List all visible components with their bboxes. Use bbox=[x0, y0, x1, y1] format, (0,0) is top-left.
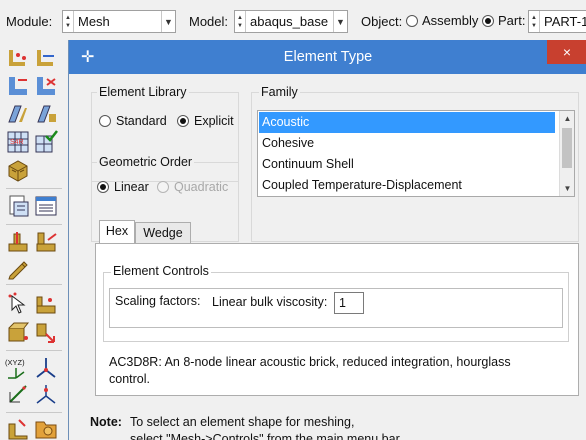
module-combo[interactable]: ▲ ▼ Mesh ▼ bbox=[62, 10, 176, 33]
module-label: Module: bbox=[6, 14, 53, 29]
module-value: Mesh bbox=[78, 14, 110, 29]
note-label: Note: bbox=[90, 415, 122, 429]
note-text: To select an element shape for meshing, bbox=[130, 415, 355, 429]
dialog-title: Element Type bbox=[283, 49, 373, 65]
mesh-controls-icon[interactable] bbox=[6, 102, 30, 126]
quadratic-radio bbox=[157, 181, 169, 193]
virtual-topology-icon[interactable] bbox=[34, 230, 58, 254]
explicit-radio-option[interactable]: Explicit bbox=[177, 114, 234, 128]
assign-element-type-icon[interactable] bbox=[34, 130, 58, 154]
element-description: AC3D8R: An 8-node linear acoustic brick,… bbox=[109, 355, 511, 386]
close-icon: × bbox=[562, 44, 572, 60]
toolbox: S4R (XYZ) bbox=[0, 40, 66, 440]
object-label: Object: bbox=[361, 14, 403, 29]
model-combo[interactable]: ▲ ▼ abaqus_base ▼ bbox=[234, 10, 348, 33]
toolbox-divider bbox=[6, 284, 62, 285]
scroll-up-icon[interactable]: ▲ bbox=[560, 111, 575, 126]
model-value: abaqus_base bbox=[250, 14, 329, 29]
create-csys-icon[interactable] bbox=[34, 356, 58, 380]
element-controls-label: Element Controls bbox=[111, 264, 211, 278]
seed-edge-icon[interactable] bbox=[34, 46, 58, 70]
datum-axis-icon[interactable] bbox=[6, 382, 30, 406]
standard-radio-option[interactable]: Standard bbox=[99, 114, 167, 128]
partition-cell-icon[interactable] bbox=[6, 230, 30, 254]
edit-mesh-icon[interactable] bbox=[6, 256, 30, 280]
toolbox-divider bbox=[6, 412, 62, 413]
standard-radio[interactable] bbox=[99, 115, 111, 127]
toolbox-divider bbox=[6, 350, 62, 351]
chevron-down-icon[interactable]: ▼ bbox=[333, 11, 347, 32]
module-spinner-icon[interactable]: ▲ ▼ bbox=[63, 11, 74, 32]
part-value: PART-1 bbox=[544, 14, 586, 29]
assembly-label: Assembly bbox=[422, 13, 479, 28]
partition-icon[interactable] bbox=[34, 194, 58, 218]
part-label: Part: bbox=[498, 13, 526, 28]
geometric-order-label: Geometric Order bbox=[97, 155, 195, 169]
create-node-icon[interactable] bbox=[34, 292, 58, 316]
part-library-icon[interactable] bbox=[34, 416, 58, 440]
scroll-down-icon[interactable]: ▼ bbox=[560, 181, 575, 196]
datum-csys-icon-text: (XYZ) bbox=[5, 358, 25, 367]
tab-hex[interactable]: Hex bbox=[99, 220, 135, 244]
mesh-part-icon[interactable]: S4R bbox=[6, 130, 30, 154]
verify-mesh-icon[interactable] bbox=[6, 194, 30, 218]
linear-radio[interactable] bbox=[97, 181, 109, 193]
scrollbar-thumb[interactable] bbox=[562, 128, 572, 168]
part-radio[interactable] bbox=[482, 14, 494, 27]
scaling-factors-label: Scaling factors: bbox=[115, 294, 201, 308]
family-listbox[interactable]: Acoustic Cohesive Continuum Shell Couple… bbox=[257, 110, 575, 197]
seed-delete-icon[interactable] bbox=[34, 74, 58, 98]
model-label: Model: bbox=[189, 14, 229, 29]
chevron-down-icon[interactable]: ▼ bbox=[161, 11, 175, 32]
edit-node-icon[interactable] bbox=[6, 320, 30, 344]
explicit-label: Explicit bbox=[194, 114, 234, 128]
linear-bulk-viscosity-input[interactable]: 1 bbox=[334, 292, 364, 314]
svg-text:S4R: S4R bbox=[10, 139, 24, 146]
close-button[interactable]: × bbox=[547, 40, 586, 64]
seed-bias-icon[interactable] bbox=[6, 74, 30, 98]
linear-label: Linear bbox=[114, 180, 149, 194]
linear-radio-option[interactable]: Linear bbox=[97, 180, 149, 194]
part-radio-option[interactable]: Part: bbox=[482, 13, 525, 28]
family-item-cohesive[interactable]: Cohesive bbox=[259, 133, 555, 154]
toolbox-divider bbox=[6, 224, 62, 225]
element-type-icon[interactable] bbox=[34, 102, 58, 126]
family-label: Family bbox=[259, 85, 300, 99]
seed-part-icon[interactable] bbox=[6, 46, 30, 70]
standard-label: Standard bbox=[116, 114, 167, 128]
family-scrollbar[interactable]: ▲ ▼ bbox=[559, 111, 574, 196]
model-spinner-icon[interactable]: ▲ ▼ bbox=[235, 11, 246, 32]
family-item-continuum-shell[interactable]: Continuum Shell bbox=[259, 154, 555, 175]
mesh-region-icon[interactable] bbox=[6, 158, 30, 182]
datum-point-icon[interactable] bbox=[34, 382, 58, 406]
dialog-title-bar[interactable]: ✛ Element Type × bbox=[69, 40, 586, 74]
context-bar: Module: ▲ ▼ Mesh ▼ Model: ▲ ▼ abaqus_base … bbox=[0, 0, 586, 40]
linear-bulk-viscosity-label: Linear bulk viscosity: bbox=[212, 295, 328, 309]
assembly-radio[interactable] bbox=[406, 14, 418, 27]
tools-icon[interactable] bbox=[6, 416, 30, 440]
quadratic-radio-option: Quadratic bbox=[157, 180, 228, 194]
element-library-label: Element Library bbox=[97, 85, 189, 99]
part-spinner-icon[interactable]: ▲ ▼ bbox=[529, 11, 540, 32]
query-icon[interactable] bbox=[6, 292, 30, 316]
family-item-coupled-temperature-displacement[interactable]: Coupled Temperature-Displacement bbox=[259, 175, 555, 196]
family-item-acoustic[interactable]: Acoustic bbox=[259, 112, 555, 133]
datum-csys-icon[interactable]: (XYZ) bbox=[4, 356, 32, 380]
note-text-2: select "Mesh->Controls" from the main me… bbox=[130, 432, 403, 440]
assembly-radio-option[interactable]: Assembly bbox=[406, 13, 478, 28]
quadratic-label: Quadratic bbox=[174, 180, 229, 194]
tab-wedge[interactable]: Wedge bbox=[135, 222, 191, 244]
mesh-orientation-icon[interactable] bbox=[34, 320, 58, 344]
explicit-radio[interactable] bbox=[177, 115, 189, 127]
part-combo[interactable]: ▲ ▼ PART-1 bbox=[528, 10, 586, 33]
element-type-dialog: ✛ Element Type × Element Library Standar… bbox=[68, 40, 586, 440]
toolbox-divider bbox=[6, 188, 62, 189]
